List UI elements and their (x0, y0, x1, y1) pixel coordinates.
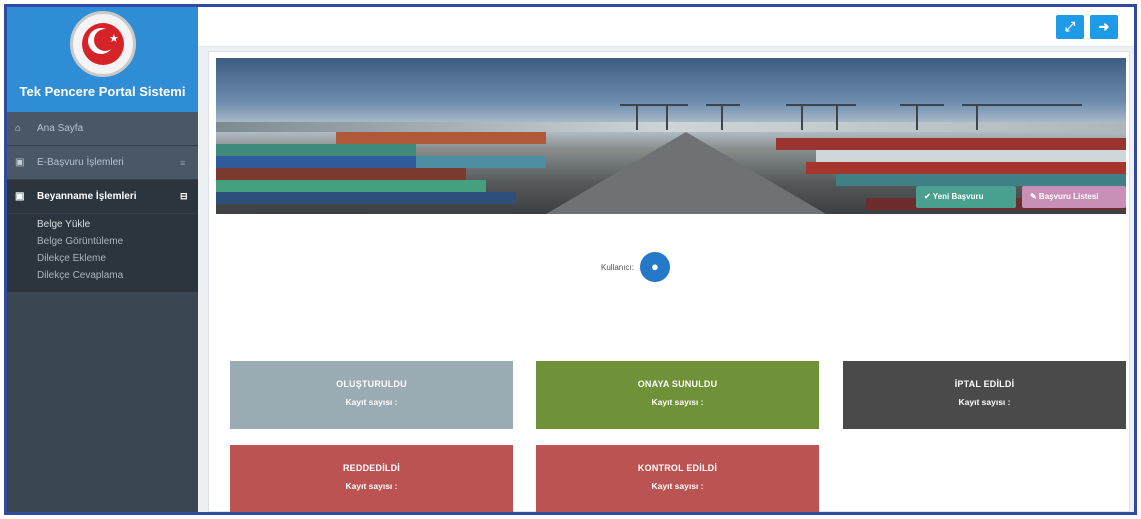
status-card-kontrol-edildi[interactable]: KONTROL EDİLDİ Kayıt sayısı : (536, 445, 819, 512)
status-card-count: Kayıt sayısı : (345, 397, 398, 407)
status-card-title: REDDEDİLDİ (342, 463, 400, 473)
sidebar-menu: ⌂ Ana Sayfa ▣ E-Başvuru İşlemleri ≡ ▣ Be… (7, 112, 198, 214)
sidebar-brand: ★ Tek Pencere Portal Sistemi (7, 7, 198, 112)
submenu-item-dilekce-ekleme[interactable]: Dilekçe Ekleme (7, 250, 198, 267)
sidebar: ★ Tek Pencere Portal Sistemi ⌂ Ana Sayfa… (7, 7, 198, 512)
user-avatar-icon[interactable]: ● (639, 252, 670, 282)
beyanname-submenu: Belge Yükle Belge Görüntüleme Dilekçe Ek… (7, 214, 198, 292)
sidebar-item-label: E-Başvuru İşlemleri (37, 157, 124, 168)
ministry-logo[interactable]: ★ (70, 11, 136, 77)
user-label: Kullanıcı: (601, 262, 634, 272)
brand-title: Tek Pencere Portal Sistemi (19, 84, 186, 99)
logout-button[interactable]: ➜ (1090, 15, 1118, 39)
status-card-count: Kayıt sayısı : (345, 481, 398, 491)
sidebar-item-beyanname[interactable]: ▣ Beyanname İşlemleri ⊟ (7, 180, 198, 214)
submenu-item-belge-goruntuleme[interactable]: Belge Görüntüleme (7, 233, 198, 250)
submenu-item-belge-yukle[interactable]: Belge Yükle (7, 216, 198, 233)
submenu-item-dilekce-cevaplama[interactable]: Dilekçe Cevaplama (7, 267, 198, 284)
picture-icon: ▣ (15, 157, 25, 168)
status-card-title: OLUŞTURULDU (336, 379, 407, 389)
status-card-count: Kayıt sayısı : (958, 397, 1011, 407)
picture-icon: ▣ (15, 191, 25, 202)
home-icon: ⌂ (15, 123, 22, 134)
menu-caret-icon: ≡ (180, 157, 186, 168)
status-card-onaya-sunuldu[interactable]: ONAYA SUNULDU Kayıt sayısı : (536, 361, 819, 429)
logout-icon: ➜ (1098, 19, 1110, 34)
fullscreen-icon: ⤢ (1064, 19, 1076, 34)
status-card-title: İPTAL EDİLDİ (954, 379, 1015, 389)
status-card-iptal-edildi[interactable]: İPTAL EDİLDİ Kayıt sayısı : (843, 361, 1126, 429)
top-bar: ⤢ ➜ (198, 7, 1134, 47)
app-window: ★ Tek Pencere Portal Sistemi ⌂ Ana Sayfa… (4, 4, 1137, 515)
status-card-title: ONAYA SUNULDU (637, 379, 718, 389)
sidebar-item-e-basvuru[interactable]: ▣ E-Başvuru İşlemleri ≡ (7, 146, 198, 180)
status-card-count: Kayıt sayısı : (651, 397, 704, 407)
fullscreen-button[interactable]: ⤢ (1056, 15, 1084, 39)
main-panel: ✔ Yeni Başvuru ✎ Başvuru Listesi Kullanı… (208, 51, 1130, 512)
collapse-icon: ⊟ (180, 191, 188, 201)
status-card-title: KONTROL EDİLDİ (637, 463, 718, 473)
status-card-olusturuldu[interactable]: OLUŞTURULDU Kayıt sayısı : (230, 361, 513, 429)
sidebar-item-ana-sayfa[interactable]: ⌂ Ana Sayfa (7, 112, 198, 146)
sidebar-item-label: Beyanname İşlemleri (37, 191, 137, 202)
application-list-button[interactable]: ✎ Başvuru Listesi (1022, 186, 1126, 208)
status-card-reddedildi[interactable]: REDDEDİLDİ Kayıt sayısı : (230, 445, 513, 512)
port-banner-image: ✔ Yeni Başvuru ✎ Başvuru Listesi (216, 58, 1126, 214)
status-card-count: Kayıt sayısı : (651, 481, 704, 491)
user-info: Kullanıcı: ● (601, 250, 670, 284)
sidebar-item-label: Ana Sayfa (37, 123, 84, 134)
new-application-button[interactable]: ✔ Yeni Başvuru (916, 186, 1016, 208)
